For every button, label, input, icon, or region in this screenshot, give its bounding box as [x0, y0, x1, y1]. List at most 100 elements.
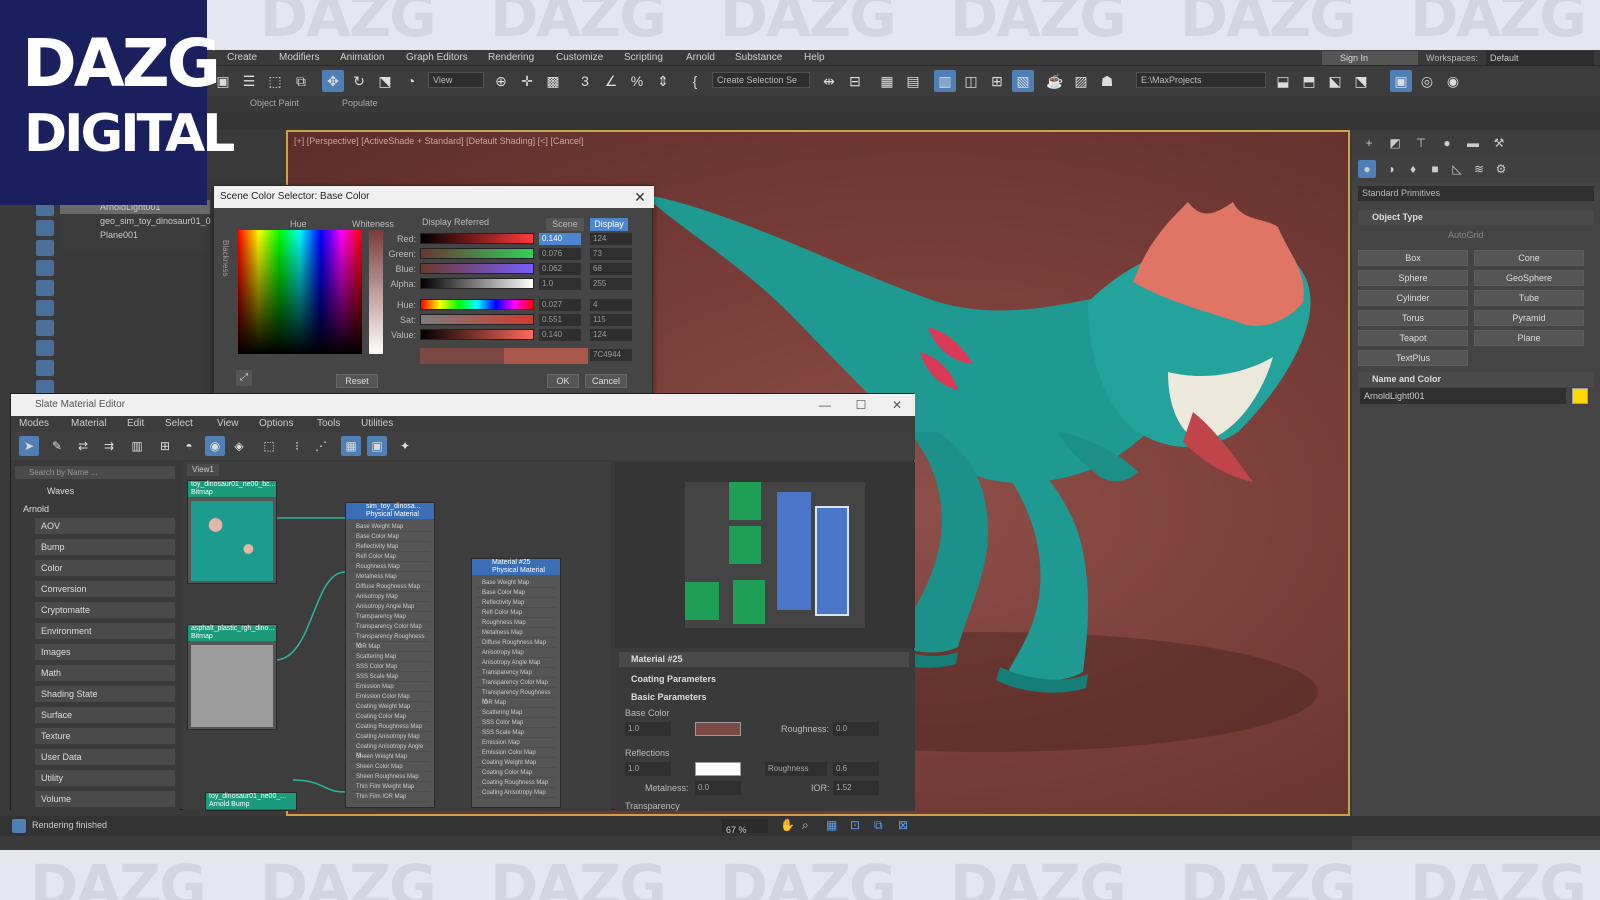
slate-menu-edit[interactable]: Edit	[127, 418, 144, 429]
close-icon[interactable]: ✕	[632, 188, 648, 206]
node-slot[interactable]: SSS Color Map	[350, 663, 430, 672]
node-slot[interactable]: Coating Roughness Map	[350, 723, 430, 732]
named-selection-set-dropdown[interactable]: Create Selection Se	[712, 72, 810, 88]
node-slot[interactable]: Coating Weight Map	[350, 703, 430, 712]
rotate-icon[interactable]: ↻	[348, 70, 370, 92]
project-icon-4[interactable]: ⬔	[1350, 70, 1372, 92]
bitmap-node-roughness[interactable]: asphalt_plastic_rgh_dino... Bitmap	[187, 624, 277, 730]
node-slot[interactable]: Metalness Map	[350, 573, 430, 582]
tool-icon-6[interactable]	[36, 300, 54, 316]
browser-item-texture[interactable]: Texture	[35, 728, 175, 744]
node-slot[interactable]: Sheen Color Map	[350, 763, 430, 772]
base-weight-field[interactable]: 1.0	[625, 722, 671, 736]
scene-row[interactable]: geo_sim_toy_dinosaur01_0	[60, 214, 211, 228]
reflection-color-swatch[interactable]	[695, 762, 741, 776]
node-slot[interactable]: Scattering Map	[350, 653, 430, 662]
assign-material-icon[interactable]: ⇉	[99, 436, 119, 456]
helpers-icon[interactable]: ◺	[1448, 160, 1466, 178]
sign-in-dropdown[interactable]: Sign In	[1322, 51, 1418, 65]
node-slot[interactable]: Roughness Map	[476, 619, 556, 628]
populate-tab[interactable]: Populate	[342, 98, 378, 108]
green-slider[interactable]	[420, 248, 534, 259]
slate-menu-material[interactable]: Material	[71, 418, 107, 429]
browser-item-volume[interactable]: Volume	[35, 791, 175, 807]
tool-icon-9[interactable]	[36, 360, 54, 376]
sphere-button[interactable]: Sphere	[1358, 270, 1468, 286]
basic-rollout[interactable]: Basic Parameters	[619, 690, 909, 705]
browser-item-aov[interactable]: AOV	[35, 518, 175, 534]
browser-group-arnold[interactable]: Arnold	[23, 502, 173, 516]
select-manipulate-icon[interactable]: ✛	[516, 70, 538, 92]
pivot-icon[interactable]: ⊕	[490, 70, 512, 92]
alpha-scene-field[interactable]: 1.0	[539, 278, 581, 290]
pan-icon[interactable]: ✋	[780, 818, 795, 832]
eyedropper-icon[interactable]: ⤢	[236, 370, 252, 386]
menu-help[interactable]: Help	[804, 52, 825, 63]
object-paint-tab[interactable]: Object Paint	[250, 98, 299, 108]
shapes-icon[interactable]: ◑	[1382, 160, 1400, 178]
slate-menu-select[interactable]: Select	[165, 418, 193, 429]
plane-button[interactable]: Plane	[1474, 330, 1584, 346]
workspace-icon[interactable]: ▣	[1390, 70, 1412, 92]
move-icon[interactable]: ✥	[322, 70, 344, 92]
node-slot[interactable]: Emission Map	[350, 683, 430, 692]
box-button[interactable]: Box	[1358, 250, 1468, 266]
tool-icon-4[interactable]	[36, 260, 54, 276]
rendered-frame-window-icon[interactable]: ▨	[1070, 70, 1092, 92]
node-slot[interactable]: Emission Map	[476, 739, 556, 748]
show-shaded-icon[interactable]: ◉	[205, 436, 225, 456]
hide-unused-icon[interactable]: ◓	[179, 436, 199, 456]
browser-item-color[interactable]: Color	[35, 560, 175, 576]
tool-icon-2[interactable]	[36, 220, 54, 236]
cylinder-button[interactable]: Cylinder	[1358, 290, 1468, 306]
zoom-all-icon[interactable]: ⧉	[874, 818, 883, 833]
node-slot[interactable]: SSS Scale Map	[476, 729, 556, 738]
put-to-scene-icon[interactable]: ⇄	[73, 436, 93, 456]
alpha-display-field[interactable]: 255	[590, 278, 632, 290]
value-slider[interactable]	[420, 329, 534, 340]
zoom-icon[interactable]: ⌕	[802, 818, 809, 833]
slate-menu-options[interactable]: Options	[259, 418, 293, 429]
whiteness-slider[interactable]	[369, 230, 383, 354]
project-icon-1[interactable]: ⬓	[1272, 70, 1294, 92]
scale-icon[interactable]: ⬔	[374, 70, 396, 92]
node-slot[interactable]: IOR Map	[476, 699, 556, 708]
node-slot[interactable]: Transparency Roughness M...	[350, 633, 430, 649]
node-slot[interactable]: Sheen Weight Map	[350, 753, 430, 762]
node-slot[interactable]: Coating Weight Map	[476, 759, 556, 768]
select-tool-icon[interactable]: ➤	[19, 436, 39, 456]
node-slot[interactable]: Sheen Roughness Map	[350, 773, 430, 782]
node-slot[interactable]: Coating Anisotropy Angle M...	[350, 743, 430, 759]
help-icon[interactable]: ◎	[1416, 70, 1438, 92]
tool-icon-3[interactable]	[36, 240, 54, 256]
blue-slider[interactable]	[420, 263, 534, 274]
node-slot[interactable]: Reflectivity Map	[476, 599, 556, 608]
create-tab-icon[interactable]: +	[1360, 134, 1378, 152]
node-slot[interactable]: Diffuse Roughness Map	[476, 639, 556, 648]
red-display-field[interactable]: 124	[590, 233, 632, 245]
object-color-swatch[interactable]	[1572, 388, 1588, 404]
value-display-field[interactable]: 124	[590, 329, 632, 341]
reflection-roughness-field[interactable]: 0.6	[833, 762, 879, 776]
slate-menu-utilities[interactable]: Utilities	[361, 418, 393, 429]
node-slot[interactable]: Anisotropy Angle Map	[476, 659, 556, 668]
menu-customize[interactable]: Customize	[556, 52, 603, 63]
delete-icon[interactable]: ▥	[127, 436, 147, 456]
node-graph-view[interactable]: View1 toy_dinosaur01_ne00_bc... Bitmap as…	[183, 462, 611, 811]
display-tab-icon[interactable]: ▬	[1464, 134, 1482, 152]
node-slot[interactable]: Anisotropy Map	[476, 649, 556, 658]
slate-menu-modes[interactable]: Modes	[19, 418, 49, 429]
spinner-snap-icon[interactable]: ⇕	[652, 70, 674, 92]
menu-scripting[interactable]: Scripting	[624, 52, 663, 63]
sat-scene-field[interactable]: 0.551	[539, 314, 581, 326]
keyboard-shortcut-icon[interactable]: ▩	[542, 70, 564, 92]
node-slot[interactable]: Reflectivity Map	[350, 543, 430, 552]
node-slot[interactable]: Roughness Map	[350, 563, 430, 572]
browser-item-user-data[interactable]: User Data	[35, 749, 175, 765]
node-slot[interactable]: Transparency Color Map	[476, 679, 556, 688]
base-color-swatch[interactable]	[695, 722, 741, 736]
browser-search-input[interactable]: Search by Name ...	[15, 466, 175, 479]
node-slot[interactable]: Transparency Map	[350, 613, 430, 622]
sat-display-field[interactable]: 115	[590, 314, 632, 326]
zoom-region-icon[interactable]: ⊡	[850, 818, 860, 832]
